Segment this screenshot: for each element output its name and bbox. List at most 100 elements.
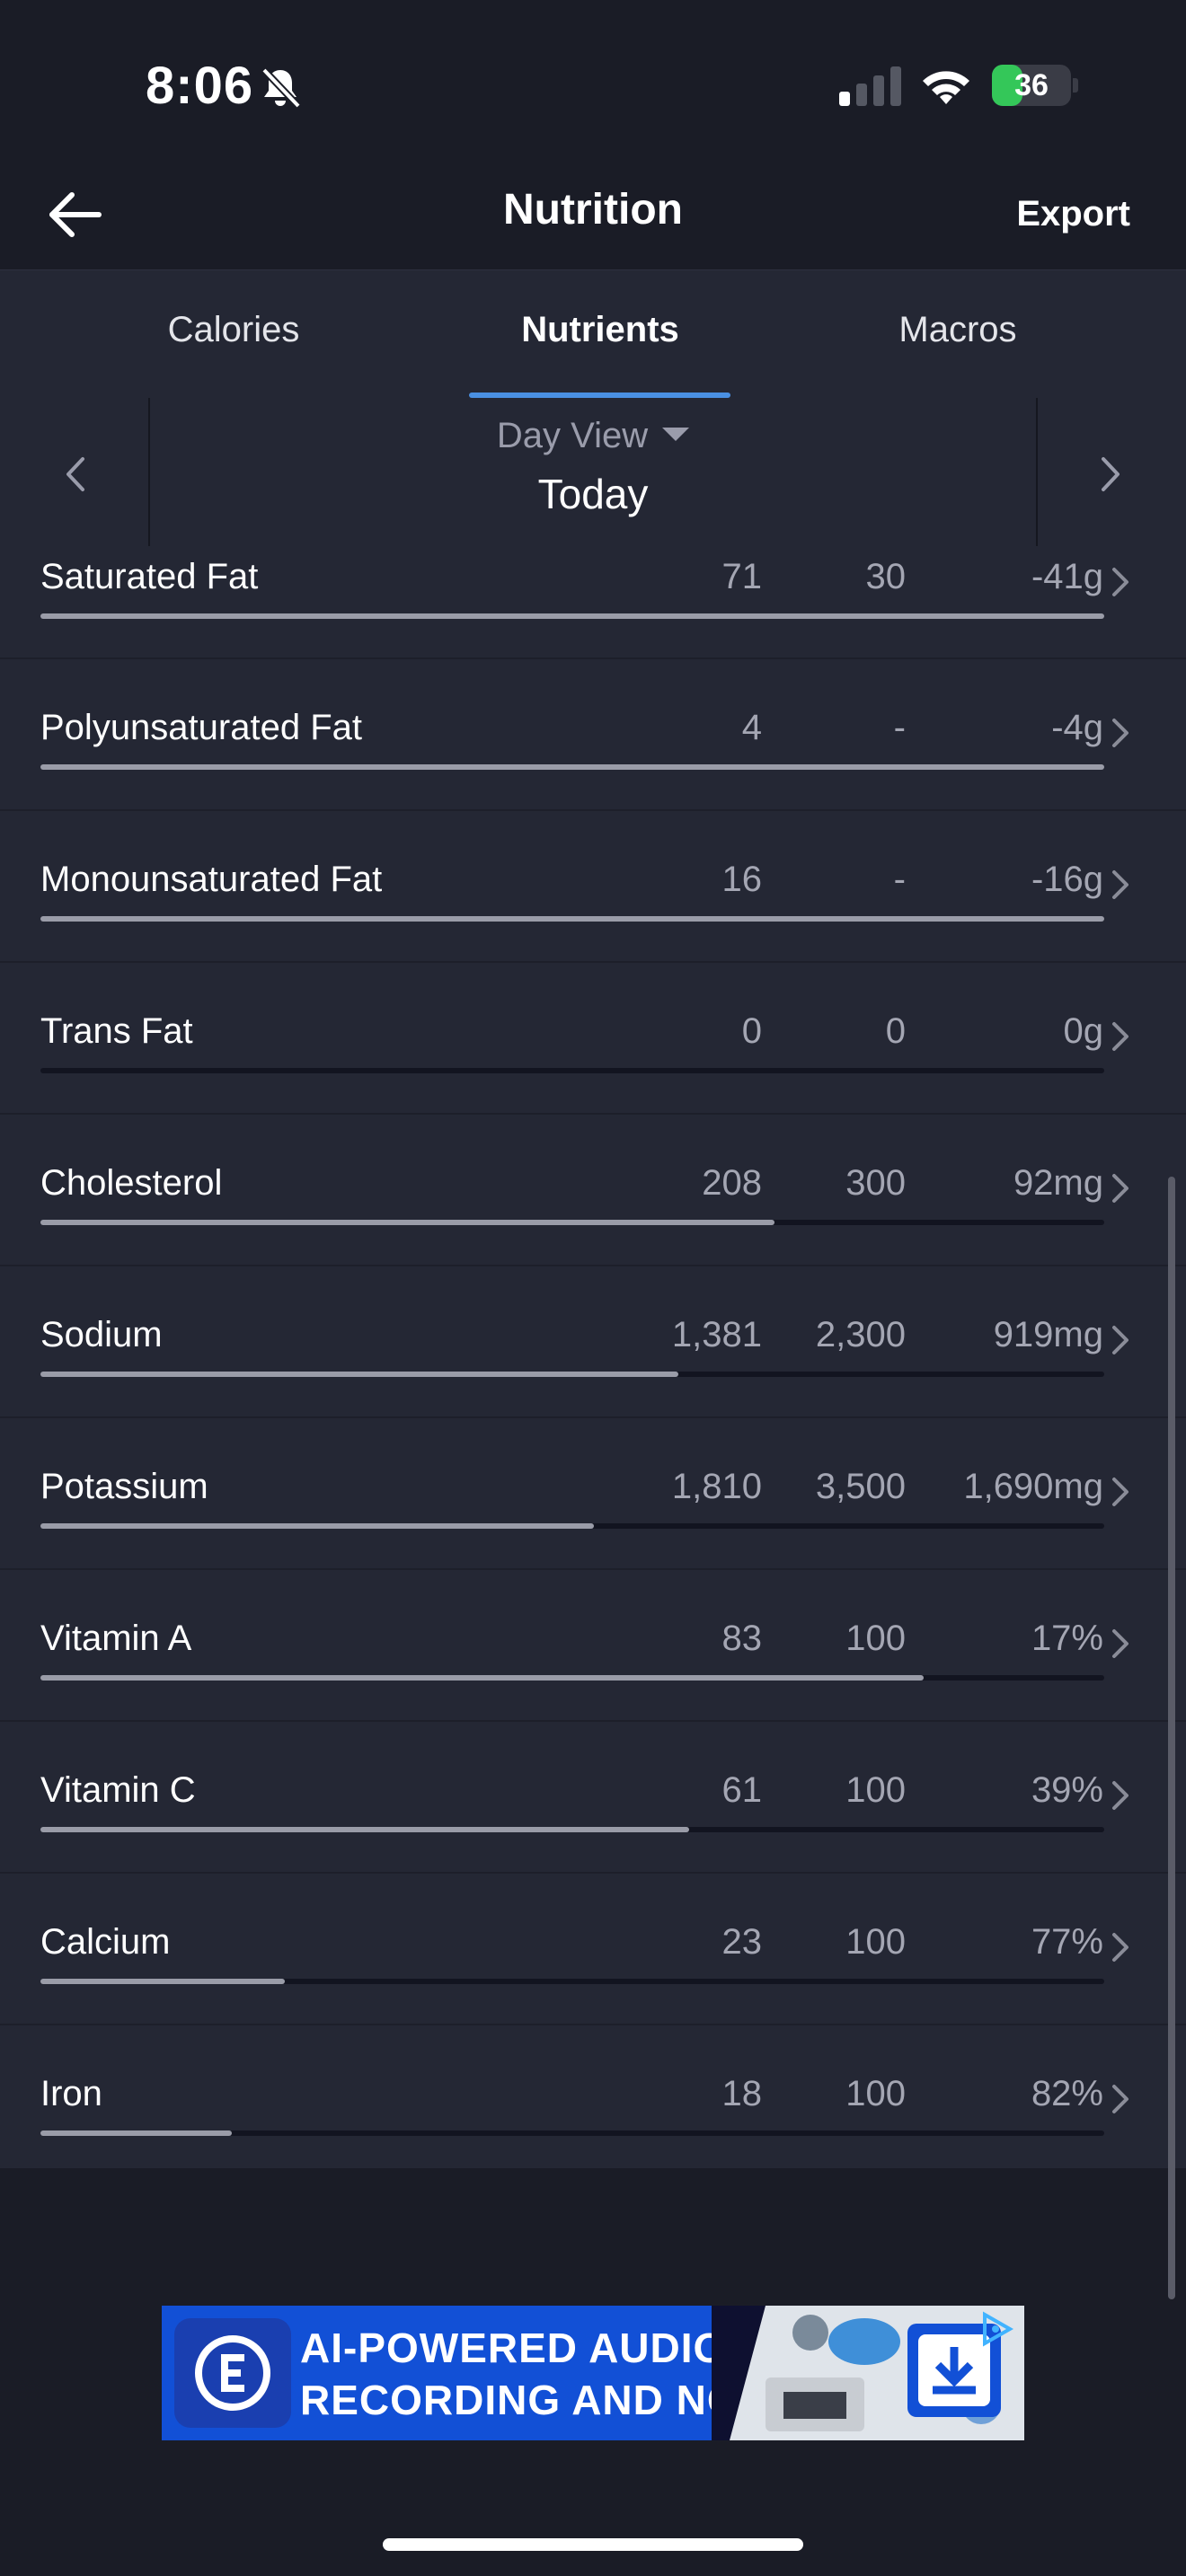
tab-macros[interactable]: Macros: [814, 310, 1102, 350]
nutrient-row[interactable]: Potassium 1,810 3,500 1,690mg: [0, 1418, 1186, 1570]
next-day-icon[interactable]: [1094, 454, 1127, 495]
day-divider-right: [1036, 398, 1038, 546]
nutrient-left: 77%: [1031, 1922, 1103, 1962]
chevron-right-icon: [1112, 1022, 1128, 1051]
nutrient-left: 1,690mg: [963, 1467, 1103, 1506]
nutrient-name: Saturated Fat: [40, 557, 259, 596]
nutrient-name: Polyunsaturated Fat: [40, 708, 362, 747]
nav-bar: Nutrition Export: [0, 153, 1186, 270]
nutrient-goal: 100: [845, 2074, 906, 2113]
nutrient-goal: 300: [845, 1163, 906, 1203]
date-label: Today: [537, 471, 649, 517]
nutrient-goal: -: [893, 708, 906, 747]
chevron-right-icon: [1112, 1174, 1128, 1203]
nutrient-left: 17%: [1031, 1619, 1103, 1658]
nutrient-row[interactable]: Polyunsaturated Fat 4 - -4g: [0, 659, 1186, 811]
nutrient-name: Vitamin C: [40, 1770, 196, 1810]
nutrient-left: 82%: [1031, 2074, 1103, 2113]
ad-choices-icon[interactable]: [978, 2311, 1013, 2347]
wifi-icon: [923, 71, 969, 104]
progress-track: [40, 613, 1104, 619]
chevron-right-icon: [1112, 1781, 1128, 1810]
day-view-dropdown[interactable]: Day View: [0, 416, 1186, 456]
nutrient-row[interactable]: Monounsaturated Fat 16 - -16g: [0, 811, 1186, 963]
progress-track: [40, 916, 1104, 922]
progress-fill: [40, 1979, 286, 1984]
nutrient-left: 39%: [1031, 1770, 1103, 1810]
chevron-right-icon: [1112, 1326, 1128, 1354]
chevron-right-icon: [1112, 1478, 1128, 1506]
ad-banner[interactable]: AI-POWERED AUDIO RECORDING AND NOTES: [162, 2306, 1024, 2440]
nutrient-name: Trans Fat: [40, 1011, 193, 1051]
nutrient-row[interactable]: Cholesterol 208 300 92mg: [0, 1115, 1186, 1266]
progress-track: [40, 764, 1104, 770]
progress-track: [40, 1979, 1104, 1984]
export-button[interactable]: Export: [1016, 194, 1130, 234]
chevron-right-icon: [1112, 870, 1128, 899]
day-selector: Day View Today: [0, 398, 1186, 546]
nutrient-goal: 0: [885, 1011, 906, 1051]
progress-fill: [40, 1827, 690, 1832]
nutrient-total: 16: [721, 860, 763, 899]
nutrient-name: Calcium: [40, 1922, 171, 1962]
nutrient-total: 4: [741, 708, 762, 747]
nutrient-name: Vitamin A: [40, 1619, 192, 1658]
status-bar: 8:06 36: [0, 0, 1186, 153]
nutrient-row[interactable]: Vitamin A 83 100 17%: [0, 1570, 1186, 1722]
nutrient-row[interactable]: Calcium 23 100 77%: [0, 1874, 1186, 2025]
progress-fill: [40, 1523, 594, 1529]
nutrient-total: 0: [741, 1011, 762, 1051]
progress-track: [40, 1372, 1104, 1377]
day-view-label: Day View: [496, 416, 649, 455]
nutrient-left: 919mg: [993, 1315, 1103, 1354]
nutrient-left: -4g: [1051, 708, 1103, 747]
nutrient-total: 1,810: [671, 1467, 762, 1506]
ad-logo: [174, 2318, 291, 2428]
nutrient-row[interactable]: Sodium 1,381 2,300 919mg: [0, 1266, 1186, 1418]
tab-calories[interactable]: Calories: [90, 310, 377, 350]
nutrient-total: 61: [721, 1770, 763, 1810]
progress-track: [40, 2130, 1104, 2136]
nutrient-row[interactable]: Vitamin C 61 100 39%: [0, 1722, 1186, 1874]
nutrient-list: Saturated Fat 71 30 -41g Polyunsaturated Fat…: [0, 546, 1186, 2168]
nutrient-row[interactable]: Iron 18 100 82%: [0, 2025, 1186, 2168]
progress-fill: [40, 1675, 924, 1681]
tab-nutrients[interactable]: Nutrients: [456, 310, 744, 350]
nutrient-row[interactable]: Saturated Fat 71 30 -41g: [0, 546, 1186, 659]
battery-indicator: 36: [992, 65, 1078, 106]
chevron-right-icon: [1112, 1629, 1128, 1658]
nutrient-goal: 100: [845, 1770, 906, 1810]
nutrient-total: 83: [721, 1619, 763, 1658]
progress-track: [40, 1068, 1104, 1073]
nutrient-goal: 100: [845, 1619, 906, 1658]
nutrient-left: 92mg: [1013, 1163, 1103, 1203]
progress-track: [40, 1827, 1104, 1832]
nutrient-left: -16g: [1031, 860, 1103, 899]
chevron-right-icon: [1112, 719, 1128, 747]
nutrient-name: Sodium: [40, 1315, 163, 1354]
nutrient-goal: 30: [865, 557, 907, 596]
bell-muted-icon: [261, 67, 301, 109]
status-time: 8:06: [146, 57, 254, 115]
nutrient-name: Potassium: [40, 1467, 208, 1506]
nutrient-total: 71: [721, 557, 763, 596]
nutrient-row[interactable]: Trans Fat 0 0 0g: [0, 963, 1186, 1115]
chevron-right-icon: [1112, 2085, 1128, 2113]
ad-headline-line1: AI-POWERED AUDIO: [300, 2325, 727, 2371]
nutrient-name: Cholesterol: [40, 1163, 223, 1203]
scrollbar[interactable]: [1168, 1177, 1175, 2299]
nutrient-total: 208: [702, 1163, 762, 1203]
page-title: Nutrition: [503, 186, 683, 234]
nutrient-name: Monounsaturated Fat: [40, 860, 383, 899]
progress-fill: [40, 764, 1104, 770]
chevron-right-icon: [1112, 568, 1128, 596]
signal-icon: [839, 66, 901, 106]
progress-track: [40, 1675, 1104, 1681]
nutrient-left: -41g: [1031, 557, 1103, 596]
home-indicator: [383, 2538, 803, 2551]
battery-level: 36: [1014, 68, 1049, 102]
nutrient-goal: -: [893, 860, 906, 899]
progress-fill: [40, 2130, 233, 2136]
progress-track: [40, 1523, 1104, 1529]
progress-fill: [40, 1220, 774, 1225]
